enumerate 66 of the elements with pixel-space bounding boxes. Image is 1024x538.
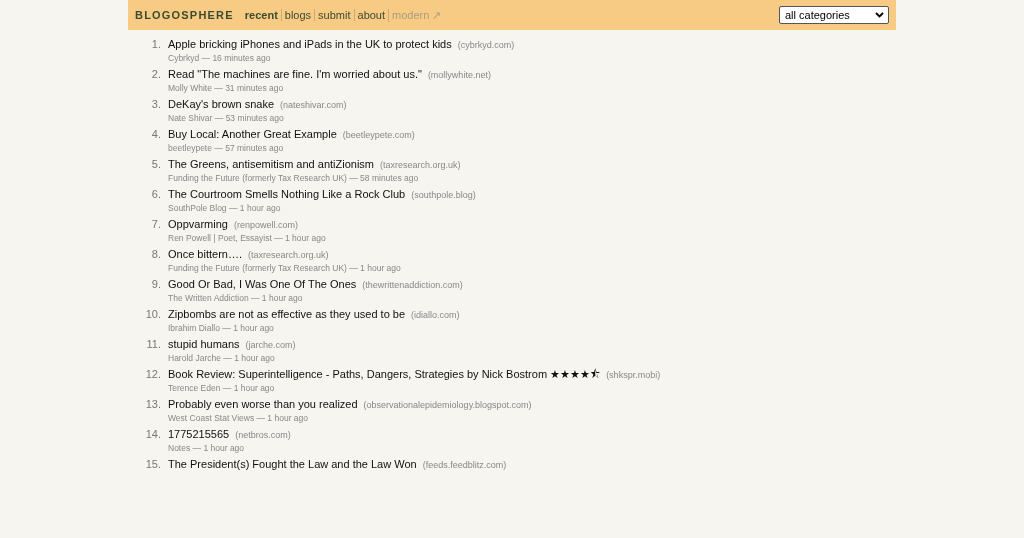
post-domain: (shkspr.mobi) (606, 369, 661, 382)
post-meta: Ren Powell | Poet, Essayist — 1 hour ago (168, 233, 326, 243)
post-meta: Terence Eden — 1 hour ago (168, 383, 276, 393)
nav-link[interactable]: blogs (280, 9, 315, 21)
post-title-link[interactable]: Read "The machines are fine. I'm worried about us." (168, 66, 422, 82)
item-number: 4. (150, 127, 162, 142)
chevron-down-icon (875, 12, 884, 18)
item-number: 11. (145, 337, 162, 352)
post-domain: (thewrittenaddiction.com) (362, 279, 463, 292)
post-meta: Nate Shivar — 53 minutes ago (168, 113, 285, 123)
post-title-link[interactable]: DeKay's brown snake (168, 96, 275, 112)
post-domain: (feeds.feedblitz.com) (422, 459, 507, 472)
post-meta: Molly White — 31 minutes ago (168, 83, 285, 93)
nav-link[interactable]: recent (244, 9, 281, 21)
post-meta: beetleypete — 57 minutes ago (168, 143, 285, 153)
post-title-link[interactable]: 1775215565 (168, 426, 230, 442)
item-number: 7. (150, 217, 162, 232)
post-domain: (cybrkyd.com) (457, 39, 515, 52)
post-title-link[interactable]: The Greens, antisemitism and antiZionism (168, 156, 375, 172)
post-meta: Ibrahim Diallo — 1 hour ago (168, 323, 275, 333)
post-domain: (beetleypete.com) (342, 129, 415, 142)
post-title-link[interactable]: The President(s) Fought the Law and the Law Won (168, 456, 417, 472)
item-number: 15. (144, 457, 162, 472)
item-number: 2. (150, 67, 162, 82)
post-domain: (southpole.blog) (411, 189, 476, 202)
category-select[interactable]: all categories (779, 6, 889, 24)
post-domain: (jarche.com) (245, 339, 296, 352)
item-number: 10. (144, 307, 162, 322)
post-domain: (nateshivar.com) (280, 99, 347, 112)
post-domain: (renpowell.com) (233, 219, 298, 232)
post-meta: Cybrkyd — 16 minutes ago (168, 53, 272, 63)
post-meta: Funding the Future (formerly Tax Research UK) — 1 hour ago (168, 263, 401, 273)
post-meta: West Coast Stat Views — 1 hour ago (168, 413, 309, 423)
post-title-link[interactable]: Once bittern…. (168, 246, 242, 262)
item-number: 3. (150, 97, 162, 112)
post-domain: (observationalepidemiology.blogspot.com) (363, 399, 532, 412)
post-title-link[interactable]: stupid humans (168, 336, 240, 352)
post-title-link[interactable]: The Courtroom Smells Nothing Like a Rock Club (168, 186, 406, 202)
item-number: 8. (150, 247, 162, 262)
post-title-link[interactable]: Probably even worse than you realized (168, 396, 358, 412)
nav-link[interactable]: about (353, 9, 389, 21)
post-title-link[interactable]: Zipbombs are not as effective as they used to be (168, 306, 406, 322)
post-domain: (taxresearch.org.uk) (248, 249, 329, 262)
post-title-link[interactable]: Buy Local: Another Great Example (168, 126, 337, 142)
post-domain: (netbros.com) (235, 429, 291, 442)
post-domain: (mollywhite.net) (427, 69, 491, 82)
post-meta: Harold Jarche — 1 hour ago (168, 353, 276, 363)
item-number: 9. (150, 277, 162, 292)
item-number: 6. (150, 187, 162, 202)
post-meta: Funding the Future (formerly Tax Research UK) — 58 minutes ago (168, 173, 420, 183)
post-meta: SouthPole Blog — 1 hour ago (168, 203, 282, 213)
post-domain: (idiallo.com) (411, 309, 460, 322)
post-meta: The Written Addiction — 1 hour ago (168, 293, 304, 303)
post-title-link[interactable]: Book Review: Superintelligence - Paths, Dangers, Strategies by Nick Bostrom ★★★★⯪ (168, 366, 601, 382)
item-number: 12. (144, 367, 162, 382)
item-number: 14. (144, 427, 162, 442)
item-number: 13. (144, 397, 162, 412)
nav-link[interactable]: submit (314, 9, 354, 21)
item-number: 1. (150, 37, 162, 52)
post-meta: Notes — 1 hour ago (168, 443, 246, 453)
post-title-link[interactable]: Apple bricking iPhones and iPads in the UK to protect kids (168, 36, 452, 52)
post-domain: (taxresearch.org.uk) (380, 159, 461, 172)
site-logo[interactable]: BLOGOSPHERE (135, 9, 234, 21)
post-title-link[interactable]: Good Or Bad, I Was One Of The Ones (168, 276, 357, 292)
item-number: 5. (150, 157, 162, 172)
post-title-link[interactable]: Oppvarming (168, 216, 228, 232)
